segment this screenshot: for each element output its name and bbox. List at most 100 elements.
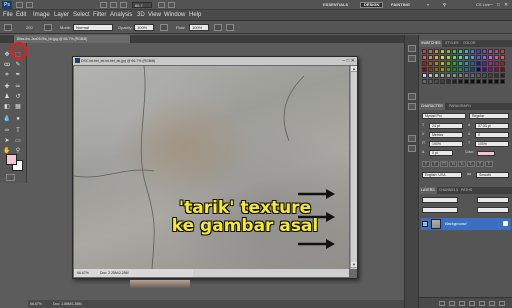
maximize-button[interactable]: □ [497, 2, 500, 8]
healing-brush-icon[interactable]: ✚ [3, 83, 11, 91]
underline-button[interactable]: T [476, 161, 484, 167]
swatch-cell[interactable] [422, 79, 427, 84]
lock-row[interactable] [422, 207, 458, 213]
type-tool-icon[interactable]: T [14, 127, 22, 135]
path-select-icon[interactable]: ➤ [3, 137, 11, 145]
pen-tool-icon[interactable]: ✑ [3, 127, 11, 135]
swatch-cell[interactable] [458, 73, 463, 78]
swatch-cell[interactable] [476, 73, 481, 78]
kerning-field[interactable]: Metrics [429, 132, 463, 138]
brush-tool-icon[interactable]: ✏ [14, 83, 22, 91]
rotate-view-icon[interactable] [120, 2, 127, 8]
brush-panel-icon[interactable] [44, 24, 52, 31]
app-doc-size-readout[interactable]: Doc: 1.86M/1.86M [53, 302, 82, 306]
layer-row-background[interactable]: Background [421, 218, 511, 230]
menu-help[interactable]: Help [189, 12, 201, 19]
swatch-cell[interactable] [428, 61, 433, 66]
scroll-up-icon[interactable]: ▲ [351, 66, 357, 72]
tab-paths[interactable]: PATHS [459, 187, 474, 194]
faux-bold-button[interactable]: T [422, 161, 430, 167]
leading-field[interactable]: 37.33 pt [475, 123, 509, 129]
menu-file[interactable]: File [3, 12, 13, 19]
swatch-cell[interactable] [464, 61, 469, 66]
swatch-cell[interactable] [470, 49, 475, 54]
swatch-cell[interactable] [434, 67, 439, 72]
swatch-cell[interactable] [470, 79, 475, 84]
swatch-cell[interactable] [428, 67, 433, 72]
document-horizontal-scrollbar[interactable] [193, 269, 349, 277]
menu-analysis[interactable]: Analysis [110, 12, 132, 19]
font-family-select[interactable]: Myriad Pro [422, 113, 466, 119]
tab-character[interactable]: CHARACTER [419, 103, 445, 110]
swatch-cell[interactable] [428, 73, 433, 78]
adjustment-layer-icon[interactable] [469, 301, 475, 306]
swatch-cell[interactable] [422, 49, 427, 54]
swatch-cell[interactable] [494, 55, 499, 60]
swatch-cell[interactable] [434, 55, 439, 60]
app-zoom-readout[interactable]: 66.67% [30, 300, 52, 308]
quick-mask-icon[interactable] [6, 174, 15, 181]
tab-styles[interactable]: STYLES [443, 40, 460, 47]
brush-size-value[interactable]: 200 [26, 25, 33, 30]
swatch-cell[interactable] [428, 49, 433, 54]
flow-field[interactable]: 100% [189, 24, 209, 31]
swatch-cell[interactable] [458, 55, 463, 60]
swatch-cell[interactable] [452, 73, 457, 78]
cs-live-button[interactable]: CS Live [476, 2, 490, 8]
dodge-tool-icon[interactable]: ● [14, 115, 22, 123]
new-group-icon[interactable] [479, 301, 485, 306]
swatch-cell[interactable] [494, 73, 499, 78]
horizontal-scale-field[interactable]: 100% [475, 141, 509, 147]
strikethrough-button[interactable]: T [485, 161, 493, 167]
tool-preset-icon[interactable] [4, 24, 12, 31]
character-styles-panel-icon[interactable] [408, 135, 416, 142]
swatch-cell[interactable] [452, 79, 457, 84]
swatch-cell[interactable] [488, 73, 493, 78]
swatch-cell[interactable] [476, 61, 481, 66]
swatch-cell[interactable] [482, 73, 487, 78]
minimize-button[interactable]: – [490, 2, 493, 8]
swatch-cell[interactable] [446, 49, 451, 54]
swatch-cell[interactable] [500, 49, 505, 54]
swatch-cell[interactable] [434, 61, 439, 66]
swatch-cell[interactable] [500, 55, 505, 60]
swatch-cell[interactable] [452, 49, 457, 54]
new-layer-icon[interactable] [489, 301, 495, 306]
brushes-panel-icon[interactable] [408, 93, 416, 100]
swatch-cell[interactable] [464, 49, 469, 54]
swatch-cell[interactable] [428, 79, 433, 84]
swatch-cell[interactable] [428, 55, 433, 60]
menu-view[interactable]: View [148, 12, 161, 19]
history-panel-icon[interactable] [408, 45, 416, 52]
history-brush-icon[interactable]: ↺ [14, 93, 22, 101]
clone-stamp-icon[interactable]: ♟ [3, 93, 11, 101]
clone-source-panel-icon[interactable] [408, 103, 416, 110]
paragraph-styles-panel-icon[interactable] [408, 145, 416, 152]
actions-panel-icon[interactable] [408, 55, 416, 62]
mini-bridge-icon[interactable] [26, 2, 33, 8]
swatch-cell[interactable] [494, 67, 499, 72]
airbrush-icon[interactable] [214, 24, 222, 31]
swatch-cell[interactable] [476, 49, 481, 54]
swatch-cell[interactable] [446, 61, 451, 66]
swatch-cell[interactable] [446, 55, 451, 60]
swatch-cell[interactable] [488, 79, 493, 84]
document-zoom-readout[interactable]: 66.67% [77, 269, 99, 277]
swatch-cell[interactable] [482, 79, 487, 84]
workspace-more-icon[interactable]: » [424, 2, 432, 8]
swatch-cell[interactable] [476, 67, 481, 72]
tab-layers[interactable]: LAYERS [419, 187, 437, 194]
swatch-cell[interactable] [476, 55, 481, 60]
layer-style-icon[interactable] [449, 301, 455, 306]
swatch-cell[interactable] [500, 61, 505, 66]
swatch-cell[interactable] [434, 79, 439, 84]
swatch-cell[interactable] [452, 55, 457, 60]
bridge-icon[interactable] [16, 2, 23, 8]
swatch-cell[interactable] [470, 67, 475, 72]
layer-opacity-field[interactable] [477, 197, 509, 203]
swatch-cell[interactable] [500, 73, 505, 78]
swatch-cell[interactable] [452, 61, 457, 66]
swatch-cell[interactable] [440, 61, 445, 66]
font-style-select[interactable]: Regular [469, 113, 509, 119]
swatch-cell[interactable] [500, 79, 505, 84]
